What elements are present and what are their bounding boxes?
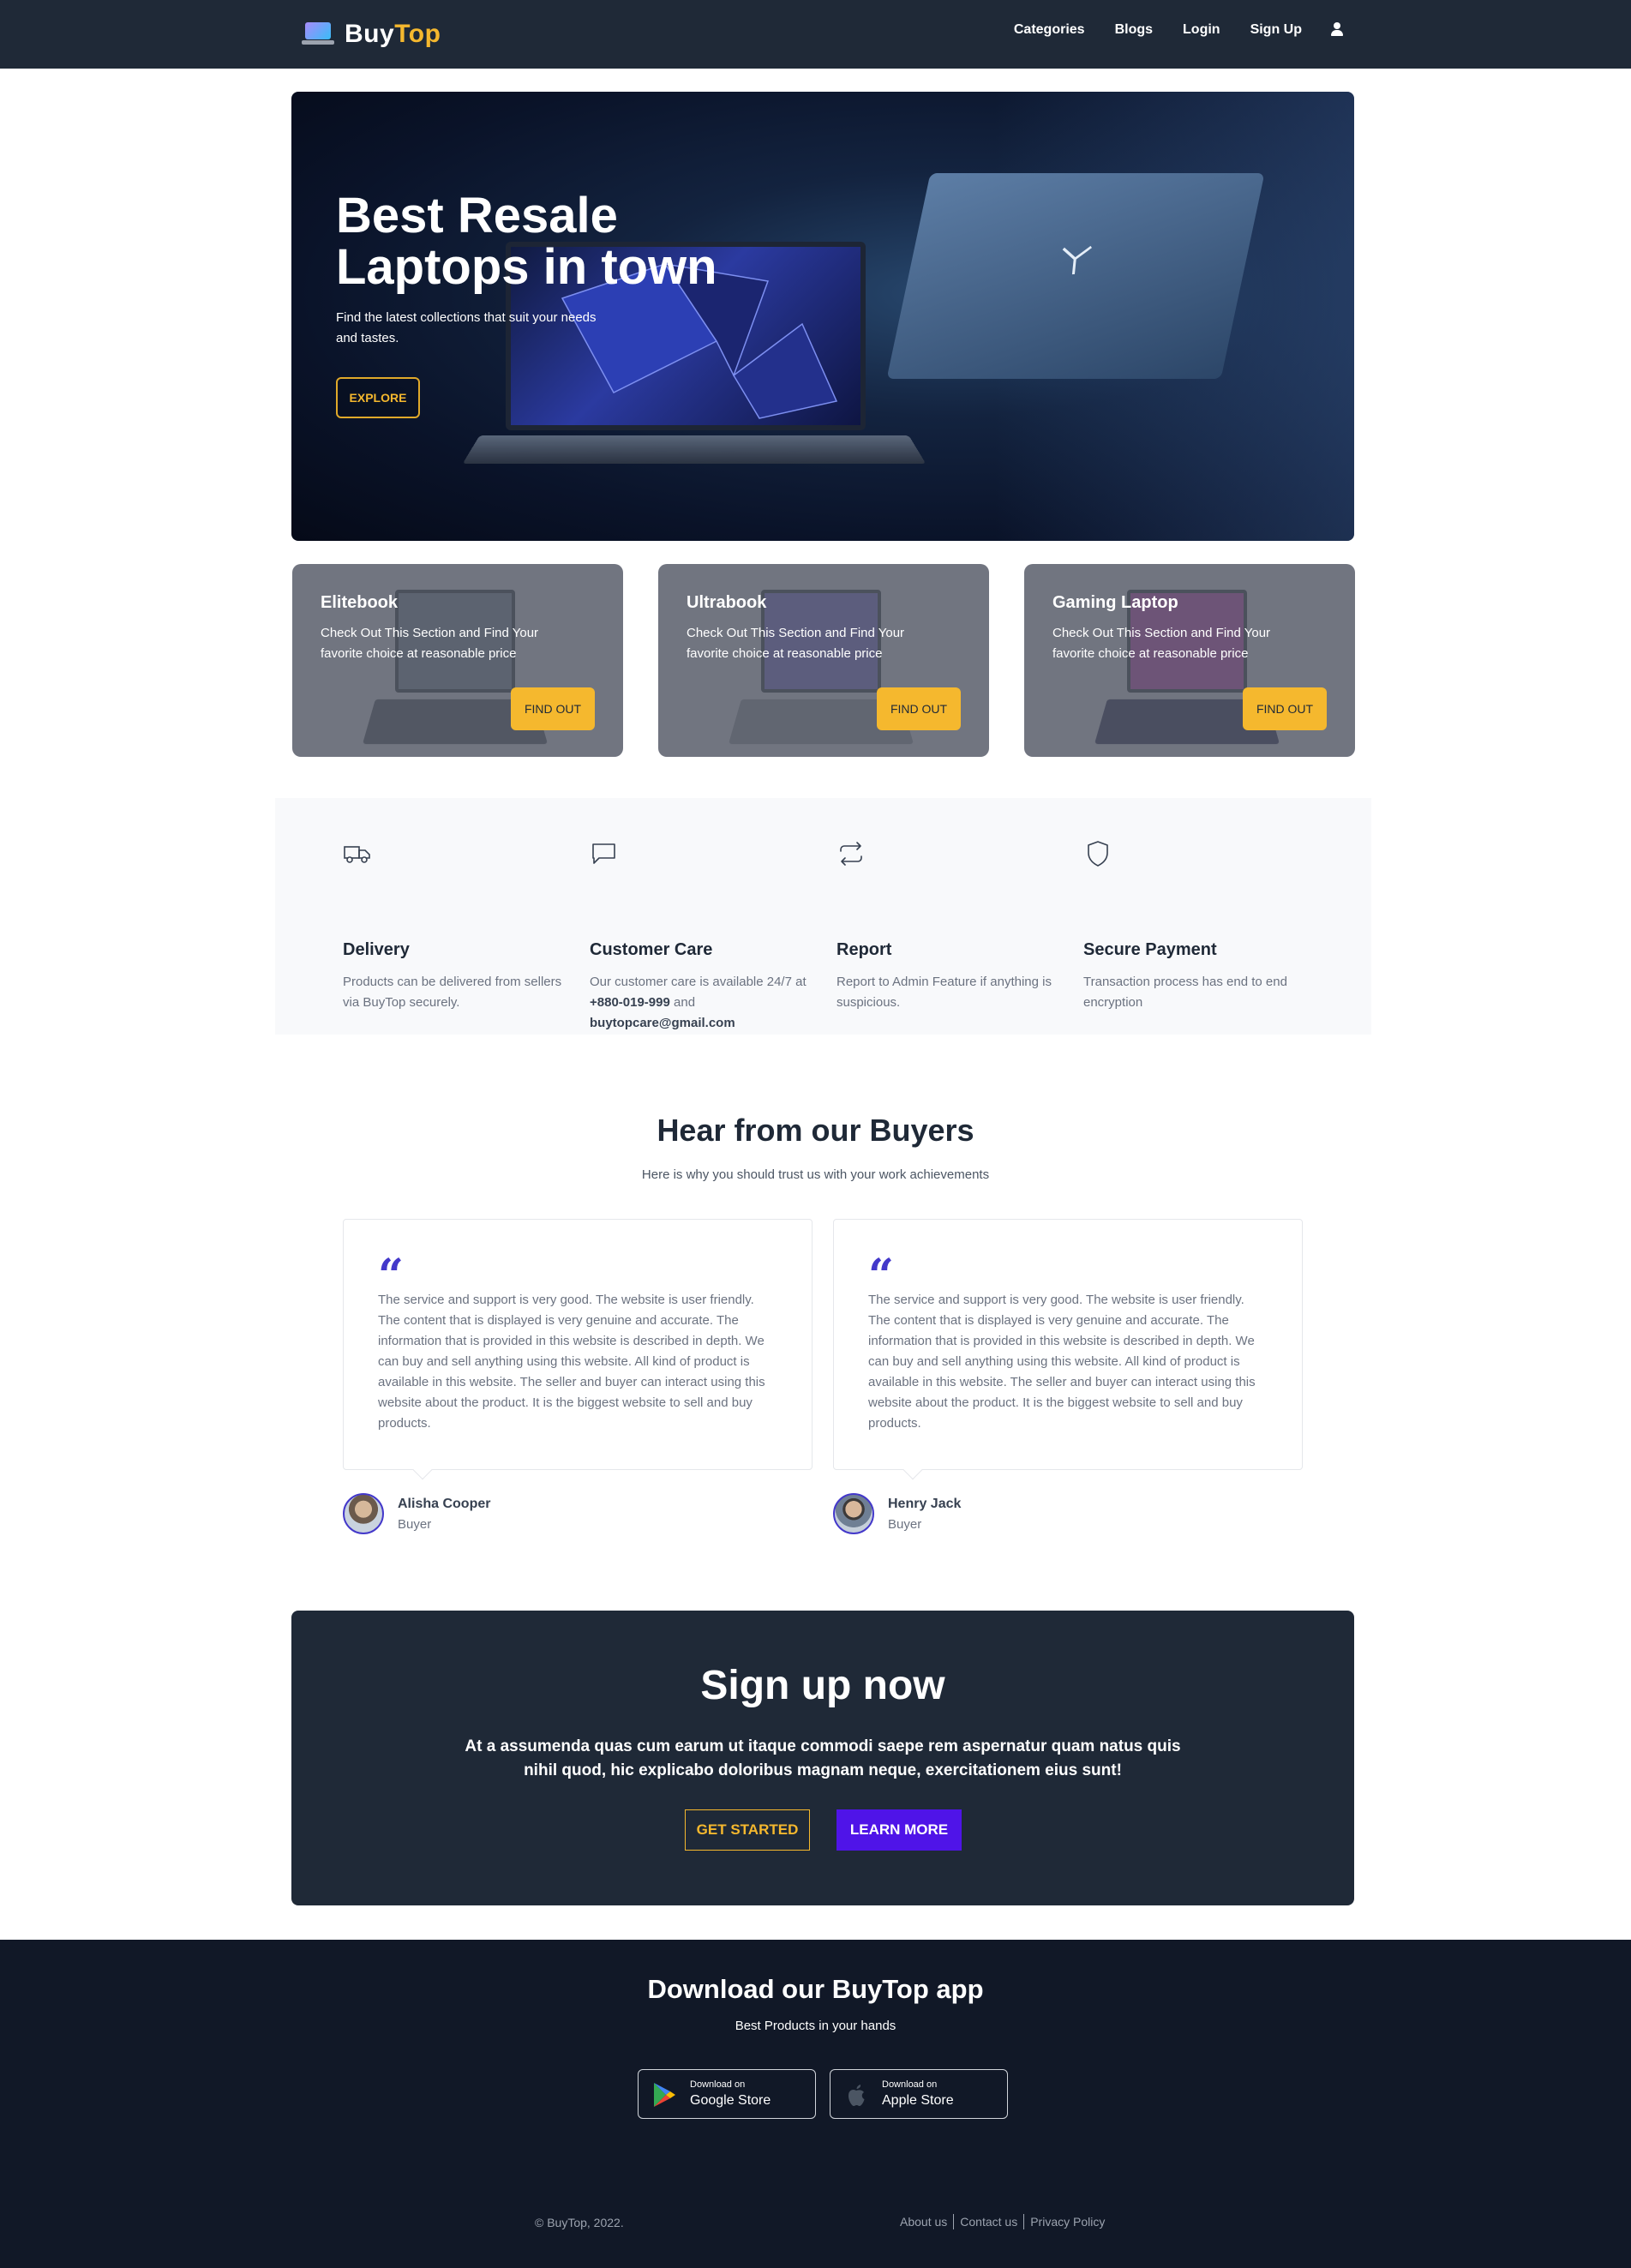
store-name: Apple Store xyxy=(882,2093,954,2108)
feature-customer-care: Customer Care Our customer care is avail… xyxy=(590,839,821,1030)
footer: Download our BuyTop app Best Products in… xyxy=(0,1940,1631,2268)
google-play-icon xyxy=(654,2083,675,2107)
feature-delivery: Delivery Products can be delivered from … xyxy=(343,839,574,1010)
store-small-label: Download on xyxy=(690,2079,746,2090)
testimonial-card: “ The service and support is very good. … xyxy=(343,1219,813,1480)
find-out-button[interactable]: FIND OUT xyxy=(1243,687,1327,730)
category-description: Check Out This Section and Find Your fav… xyxy=(1052,626,1271,661)
category-title: Gaming Laptop xyxy=(1052,593,1178,612)
apple-store-button[interactable]: Download on Apple Store xyxy=(830,2069,1008,2119)
explore-button[interactable]: EXPLORE xyxy=(336,377,420,418)
signup-title: Sign up now xyxy=(700,1663,945,1708)
author-role: Buyer xyxy=(398,1517,432,1532)
features-section: Delivery Products can be delivered from … xyxy=(275,798,1371,1035)
apple-icon xyxy=(848,2085,865,2106)
google-store-button[interactable]: Download on Google Store xyxy=(638,2069,816,2119)
brand-name: BuyTop xyxy=(345,20,441,48)
store-small-label: Download on xyxy=(882,2079,938,2090)
testimonials-subtitle: Here is why you should trust us with you… xyxy=(641,1167,990,1182)
category-card-gaming-laptop[interactable]: Gaming Laptop Check Out This Section and… xyxy=(1024,564,1355,757)
footer-link-privacy[interactable]: Privacy Policy xyxy=(1024,2214,1111,2229)
signup-section: Sign up now At a assumenda quas cum earu… xyxy=(291,1611,1354,1905)
chat-icon xyxy=(592,843,615,864)
hero-banner: Best Resale Laptops in town Find the lat… xyxy=(291,92,1354,541)
author-name: Alisha Cooper xyxy=(398,1497,491,1511)
laptop-logo-icon xyxy=(302,22,334,46)
feature-description: Transaction process has end to end encry… xyxy=(1083,975,1287,1010)
app-download-subtitle: Best Products in your hands xyxy=(735,2019,896,2033)
repeat-icon xyxy=(840,842,862,866)
category-description: Check Out This Section and Find Your fav… xyxy=(687,626,905,661)
feature-title: Secure Payment xyxy=(1083,940,1217,959)
feature-description: Report to Admin Feature if anything is s… xyxy=(836,975,1052,1010)
copyright: © BuyTop, 2022. xyxy=(535,2216,624,2229)
feature-report: Report Report to Admin Feature if anythi… xyxy=(836,839,1068,1010)
nav-categories[interactable]: Categories xyxy=(1014,22,1085,38)
care-email[interactable]: buytopcare@gmail.com xyxy=(590,1016,735,1030)
feature-description: Our customer care is available 24/7 at +… xyxy=(590,975,807,1030)
category-title: Ultrabook xyxy=(687,593,767,612)
app-download-title: Download our BuyTop app xyxy=(647,1974,984,2004)
feature-title: Delivery xyxy=(343,940,410,959)
brand-logo[interactable]: BuyTop xyxy=(302,19,441,50)
shield-icon xyxy=(1088,841,1108,867)
feature-title: Report xyxy=(836,940,892,959)
care-phone[interactable]: +880-019-999 xyxy=(590,995,670,1010)
category-description: Check Out This Section and Find Your fav… xyxy=(321,626,539,661)
feature-title: Customer Care xyxy=(590,940,713,959)
footer-link-about[interactable]: About us xyxy=(900,2214,955,2229)
avatar xyxy=(343,1493,384,1534)
user-icon[interactable] xyxy=(1330,22,1344,38)
signup-text: At a assumenda quas cum earum ut itaque … xyxy=(465,1737,1181,1779)
feature-secure-payment: Secure Payment Transaction process has e… xyxy=(1083,839,1315,1010)
main-nav: Categories Blogs Login Sign Up xyxy=(984,22,1344,38)
hero-title: Best Resale Laptops in town xyxy=(336,188,717,295)
store-name: Google Store xyxy=(690,2093,771,2108)
testimonial-card: “ The service and support is very good. … xyxy=(833,1219,1303,1480)
nav-blogs[interactable]: Blogs xyxy=(1115,22,1153,38)
navbar: BuyTop Categories Blogs Login Sign Up xyxy=(0,0,1631,69)
learn-more-button[interactable]: LEARN MORE xyxy=(836,1809,962,1851)
category-card-ultrabook[interactable]: Ultrabook Check Out This Section and Fin… xyxy=(658,564,989,757)
feature-description: Products can be delivered from sellers v… xyxy=(343,975,562,1010)
hero-laptop-back-image xyxy=(886,173,1265,379)
nav-login[interactable]: Login xyxy=(1183,22,1220,38)
testimonial-text: The service and support is very good. Th… xyxy=(378,1293,765,1431)
footer-link-contact[interactable]: Contact us xyxy=(954,2214,1025,2229)
category-title: Elitebook xyxy=(321,593,399,612)
testimonial-text: The service and support is very good. Th… xyxy=(868,1293,1256,1431)
avatar xyxy=(833,1493,874,1534)
find-out-button[interactable]: FIND OUT xyxy=(877,687,961,730)
hero-subtitle: Find the latest collections that suit yo… xyxy=(336,310,597,345)
nav-signup[interactable]: Sign Up xyxy=(1250,22,1302,38)
testimonials-title: Hear from our Buyers xyxy=(657,1113,974,1148)
footer-links: About us Contact us Privacy Policy xyxy=(900,2214,1111,2229)
author-name: Henry Jack xyxy=(888,1497,962,1511)
get-started-button[interactable]: GET STARTED xyxy=(685,1809,810,1851)
find-out-button[interactable]: FIND OUT xyxy=(511,687,595,730)
author-role: Buyer xyxy=(888,1517,922,1532)
lenovo-legion-logo-icon xyxy=(1062,245,1092,275)
truck-icon xyxy=(344,846,370,863)
category-card-elitebook[interactable]: Elitebook Check Out This Section and Fin… xyxy=(292,564,623,757)
